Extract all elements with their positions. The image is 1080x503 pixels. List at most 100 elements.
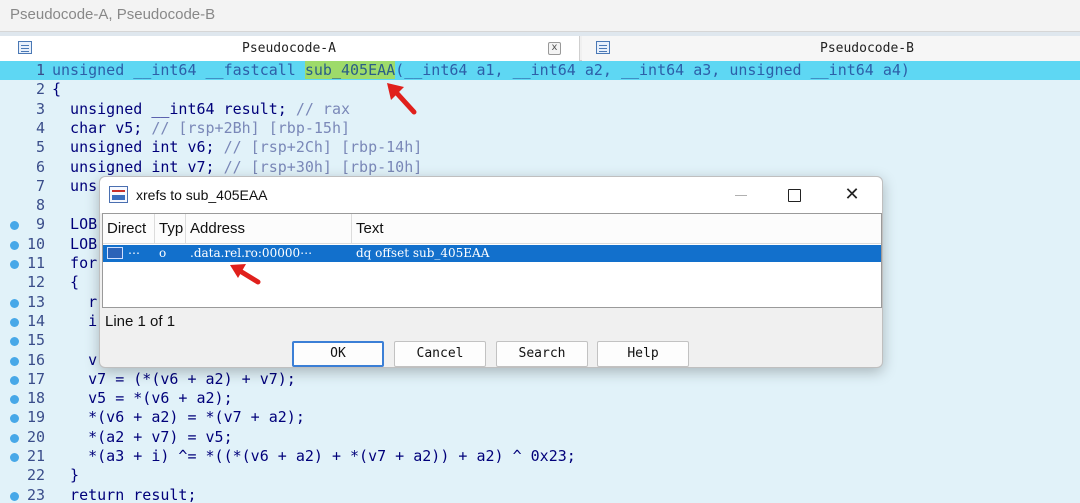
code-comment: // rax <box>295 99 351 118</box>
breakpoint-dot-icon[interactable] <box>10 433 19 443</box>
code-line[interactable]: 2{ <box>0 80 1080 99</box>
cancel-button[interactable]: Cancel <box>394 341 486 367</box>
function-signature-prefix: unsigned __int64 __fastcall <box>52 61 305 79</box>
code-line[interactable]: 20 *(a2 + v7) = v5; <box>0 428 1080 447</box>
code-comment: // [rsp+30h] [rbp-10h] <box>223 157 423 176</box>
tab-pseudocode-b[interactable]: Pseudocode-B <box>582 36 1080 61</box>
column-header-type[interactable]: Typ <box>155 214 186 244</box>
line-number: 15 <box>26 331 45 350</box>
annotation-arrow-function <box>387 83 417 115</box>
code-line[interactable]: 17 v7 = (*(v6 + a2) + v7); <box>0 370 1080 389</box>
line-number: 12 <box>26 273 45 292</box>
breakpoint-dot-icon[interactable] <box>10 375 19 385</box>
code-line[interactable]: 21 *(a3 + i) ^= *((*(v6 + a2) + *(v7 + a… <box>0 447 1080 466</box>
maximize-button[interactable] <box>772 181 816 209</box>
code-text: unsigned __int64 result; // rax <box>52 100 350 119</box>
line-number: 5 <box>35 138 45 157</box>
code-line[interactable]: 1 unsigned __int64 __fastcall sub_405EAA(… <box>0 61 1080 81</box>
code-text: v <box>52 351 97 370</box>
line-number: 19 <box>26 408 45 427</box>
code-statement: { <box>52 273 80 292</box>
code-text: r <box>52 293 97 312</box>
code-statement: v <box>52 350 98 369</box>
xref-icon <box>107 247 123 259</box>
breakpoint-dot-icon[interactable] <box>10 453 19 462</box>
code-statement: unsigned int v7; <box>52 157 224 176</box>
breakpoint-dot-icon[interactable] <box>10 337 19 347</box>
code-statement: } <box>52 466 80 485</box>
column-header-direction[interactable]: Direct <box>103 214 155 244</box>
function-name-highlight[interactable]: sub_405EAA <box>304 61 396 79</box>
minimize-button[interactable] <box>720 181 764 209</box>
code-statement: unsigned int v6; <box>52 138 224 157</box>
dialog-title: xrefs to sub_405EAA <box>136 187 268 203</box>
breakpoint-dot-icon[interactable] <box>10 395 19 405</box>
annotation-arrow-address <box>230 264 261 285</box>
code-text: *(v6 + a2) = *(v7 + a2); <box>52 408 305 427</box>
code-statement: r <box>52 292 98 311</box>
line-number: 14 <box>26 311 45 330</box>
breakpoint-dot-icon[interactable] <box>10 491 19 501</box>
breakpoint-dot-icon[interactable] <box>10 414 19 424</box>
code-line[interactable]: 5 unsigned int v6; // [rsp+2Ch] [rbp-14h… <box>0 138 1080 157</box>
code-text: uns <box>52 177 97 196</box>
tab-label: Pseudocode-B <box>820 41 914 56</box>
code-statement: uns <box>52 176 98 195</box>
code-text: } <box>52 466 79 485</box>
function-signature-params: (__int64 a1, __int64 a2, __int64 a3, uns… <box>395 61 910 79</box>
code-line[interactable]: 18 v5 = *(v6 + a2); <box>0 389 1080 408</box>
column-header-text[interactable]: Text <box>352 214 881 244</box>
column-header-address[interactable]: Address <box>186 214 352 244</box>
code-text: char v5; // [rsp+2Bh] [rbp-15h] <box>52 119 350 138</box>
breakpoint-dot-icon[interactable] <box>10 221 19 231</box>
breakpoint-dot-icon[interactable] <box>10 260 19 269</box>
tab-pseudocode-a[interactable]: Pseudocode-A x <box>0 36 580 61</box>
code-line[interactable]: 4 char v5; // [rsp+2Bh] [rbp-15h] <box>0 119 1080 138</box>
ok-button[interactable]: OK <box>292 341 384 367</box>
close-button[interactable]: ✕ <box>830 181 874 209</box>
line-number: 2 <box>35 80 45 99</box>
code-line[interactable]: 3 unsigned __int64 result; // rax <box>0 100 1080 119</box>
breakpoint-dot-icon[interactable] <box>10 240 19 250</box>
line-number: 23 <box>26 485 45 503</box>
code-statement: LOB <box>52 215 98 234</box>
code-line[interactable]: 6 unsigned int v7; // [rsp+30h] [rbp-10h… <box>0 158 1080 177</box>
code-text: i <box>52 312 97 331</box>
line-number: 16 <box>26 350 45 369</box>
code-text: *(a2 + v7) = v5; <box>52 428 233 447</box>
table-header: Direct Typ Address Text <box>103 214 881 244</box>
line-number: 20 <box>26 427 45 446</box>
code-line[interactable]: 22 } <box>0 466 1080 485</box>
code-text: LOB <box>52 215 97 234</box>
help-button[interactable]: Help <box>597 341 689 367</box>
code-text: unsigned __int64 __fastcall sub_405EAA(_… <box>52 61 910 80</box>
status-line: Line 1 of 1 <box>105 313 176 330</box>
line-number: 11 <box>26 254 45 272</box>
line-number: 22 <box>26 466 45 485</box>
code-line[interactable]: 19 *(v6 + a2) = *(v7 + a2); <box>0 408 1080 427</box>
line-number: 6 <box>35 157 45 176</box>
breakpoint-dot-icon[interactable] <box>10 317 19 327</box>
tab-bar: Pseudocode-A x Pseudocode-B <box>0 36 1080 61</box>
cell-address: .data.rel.ro:00000⋯ <box>190 246 313 260</box>
line-number: 10 <box>26 234 45 253</box>
xrefs-icon <box>109 186 128 203</box>
code-statement: { <box>52 80 62 99</box>
search-button[interactable]: Search <box>496 341 588 367</box>
cell-text: dq offset sub_405EAA <box>356 246 490 260</box>
cell-direction: ⋯ <box>106 245 154 262</box>
code-line[interactable]: 23 return result; <box>0 486 1080 503</box>
code-text: return result; <box>52 486 196 503</box>
dialog-title-bar[interactable]: xrefs to sub_405EAA ✕ <box>100 177 882 213</box>
code-text: { <box>52 273 79 292</box>
code-comment: // [rsp+2Ch] [rbp-14h] <box>223 138 423 157</box>
tab-close-icon[interactable]: x <box>548 42 561 55</box>
breakpoint-dot-icon[interactable] <box>10 356 19 366</box>
code-text: *(a3 + i) ^= *((*(v6 + a2) + *(v7 + a2))… <box>52 447 576 466</box>
table-row[interactable]: ⋯ o .data.rel.ro:00000⋯ dq offset sub_40… <box>103 245 881 262</box>
code-statement: char v5; <box>52 118 152 137</box>
code-statement: i <box>52 311 98 330</box>
line-number: 1 <box>35 61 45 79</box>
breakpoint-dot-icon[interactable] <box>10 298 19 308</box>
line-number: 9 <box>35 215 45 234</box>
